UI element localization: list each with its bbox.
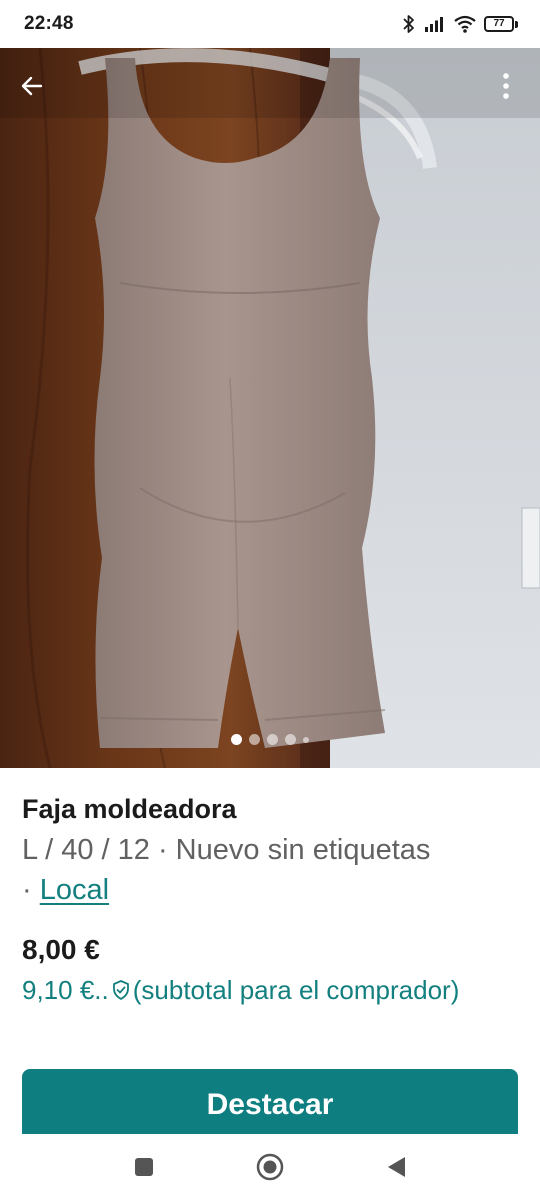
buyer-note: (subtotal para el comprador) xyxy=(132,975,460,1005)
shield-icon xyxy=(111,979,131,1001)
carousel-indicator xyxy=(0,734,540,745)
status-time: 22:48 xyxy=(24,13,74,34)
battery-icon: 77 xyxy=(484,16,518,32)
product-photo-carousel[interactable] xyxy=(0,48,540,768)
listing-info: Faja moldeadora L / 40 / 12 · Nuevo sin … xyxy=(0,768,540,1008)
price: 8,00 € xyxy=(22,934,100,965)
system-navigation-bar xyxy=(0,1134,540,1200)
carousel-dot[interactable] xyxy=(267,734,278,745)
listing-attributes: L / 40 / 12 · Nuevo sin etiquetas · Loca… xyxy=(22,830,518,910)
carousel-dot[interactable] xyxy=(303,736,309,743)
battery-level: 77 xyxy=(484,16,514,32)
listing-screen: 22:48 77 Faja moldeadora L / 40 / 12 · N… xyxy=(0,0,540,1200)
attributes-separator: · xyxy=(22,874,32,906)
buyer-ellipsis: .. xyxy=(94,975,109,1005)
home-button[interactable] xyxy=(250,1147,290,1187)
status-icons: 77 xyxy=(402,14,518,34)
square-icon xyxy=(135,1158,153,1176)
back-nav-button[interactable] xyxy=(376,1147,416,1187)
carousel-dot[interactable] xyxy=(231,734,242,745)
attributes-text: L / 40 / 12 · Nuevo sin etiquetas xyxy=(22,834,431,866)
buyer-price: 9,10 € xyxy=(22,975,95,1005)
listing-title: Faja moldeadora xyxy=(22,794,237,824)
local-link[interactable]: Local xyxy=(40,874,109,906)
status-bar: 22:48 77 xyxy=(0,0,540,48)
recents-button[interactable] xyxy=(124,1147,164,1187)
carousel-dot[interactable] xyxy=(249,734,260,745)
wifi-icon xyxy=(454,15,476,33)
highlight-button[interactable]: Destacar xyxy=(22,1069,518,1141)
carousel-dot[interactable] xyxy=(285,734,296,745)
circle-home-icon xyxy=(256,1153,284,1181)
more-vertical-icon xyxy=(503,73,509,99)
product-photo xyxy=(0,48,540,768)
bluetooth-icon xyxy=(402,14,416,34)
more-options-button[interactable] xyxy=(486,66,526,106)
signal-icon xyxy=(424,16,446,32)
buyer-price-line[interactable]: 9,10 € .. (subtotal para el comprador) xyxy=(22,972,518,1008)
back-button[interactable] xyxy=(12,66,52,106)
arrow-left-icon xyxy=(21,76,43,96)
triangle-back-icon xyxy=(388,1157,405,1177)
